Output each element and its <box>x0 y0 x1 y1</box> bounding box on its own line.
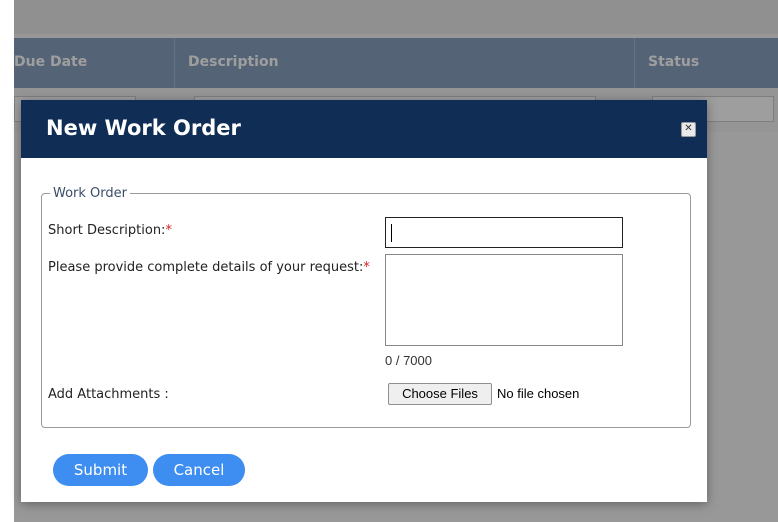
fieldset-legend: Work Order <box>53 186 127 201</box>
file-status-text: No file chosen <box>497 386 580 401</box>
text-caret <box>391 224 392 242</box>
cancel-button[interactable]: Cancel <box>153 454 245 486</box>
close-icon: ✕ <box>684 123 693 134</box>
choose-files-button[interactable]: Choose Files <box>388 383 492 405</box>
submit-button[interactable]: Submit <box>53 454 148 486</box>
new-work-order-dialog: New Work Order ✕ Work Order Short Descri… <box>21 100 707 502</box>
required-marker: * <box>363 260 370 275</box>
details-label: Please provide complete details of your … <box>48 260 370 275</box>
short-description-input[interactable] <box>385 217 623 248</box>
attachments-label: Add Attachments : <box>48 387 169 402</box>
required-marker: * <box>165 223 172 238</box>
dialog-title: New Work Order <box>46 116 241 140</box>
close-button[interactable]: ✕ <box>681 122 696 137</box>
short-description-label: Short Description:* <box>48 223 172 238</box>
details-textarea[interactable] <box>385 254 623 346</box>
character-counter: 0 / 7000 <box>385 353 432 368</box>
dialog-titlebar: New Work Order ✕ <box>21 100 707 158</box>
